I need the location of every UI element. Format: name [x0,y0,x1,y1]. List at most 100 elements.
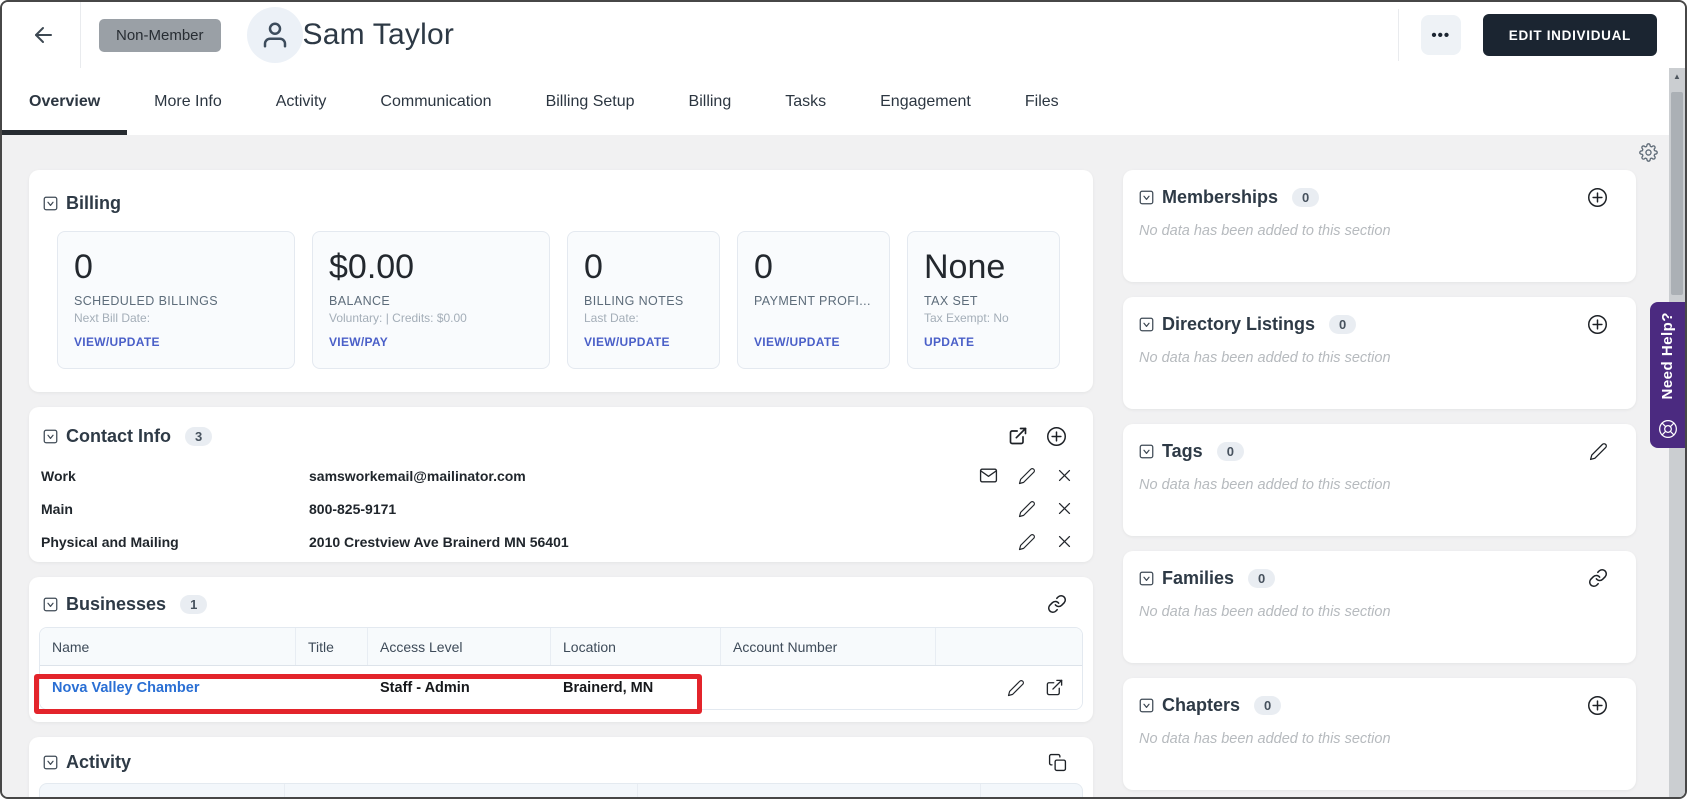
businesses-section-title: Businesses [66,594,166,615]
families-section: Families 0 No data has been added to thi… [1123,551,1636,663]
add-membership-icon[interactable] [1587,187,1608,208]
chapters-section: Chapters 0 No data has been added to thi… [1123,678,1636,790]
overview-content: Billing 0 SCHEDULED BILLINGS Next Bill D… [2,135,1685,797]
tab-more-info[interactable]: More Info [127,68,249,135]
scheduled-billings-view-update-link[interactable]: VIEW/UPDATE [74,335,160,349]
tab-files[interactable]: Files [998,68,1086,135]
edit-tags-icon[interactable] [1589,442,1608,461]
open-contact-info-external-icon[interactable] [1008,426,1028,446]
collapse-contact-info-icon[interactable] [43,429,58,444]
business-account-number [721,666,936,709]
need-help-tab[interactable]: Need Help? [1650,302,1685,448]
collapse-activity-icon[interactable] [43,755,58,770]
billing-notes-label: BILLING NOTES [584,294,703,308]
collapse-families-icon[interactable] [1139,571,1154,586]
header-divider [1398,9,1399,61]
tab-billing[interactable]: Billing [662,68,759,135]
delete-contact-icon[interactable] [1056,533,1073,550]
collapse-tags-icon[interactable] [1139,444,1154,459]
page-settings-gear-icon[interactable] [1639,143,1658,162]
billing-section-title: Billing [66,193,121,214]
collapse-businesses-icon[interactable] [43,597,58,612]
balance-view-pay-link[interactable]: VIEW/PAY [329,335,388,349]
balance-card: $0.00 BALANCE Voluntary: | Credits: $0.0… [312,231,550,369]
edit-business-icon[interactable] [1007,679,1025,697]
businesses-count-badge: 1 [180,595,207,614]
more-options-button[interactable]: ••• [1421,15,1461,55]
delete-contact-icon[interactable] [1056,500,1073,517]
payment-profiles-view-update-link[interactable]: VIEW/UPDATE [754,335,840,349]
billing-notes-view-update-link[interactable]: VIEW/UPDATE [584,335,670,349]
contact-label: Main [41,501,309,517]
tax-set-card: None TAX SET Tax Exempt: No UPDATE [907,231,1060,369]
collapse-billing-icon[interactable] [43,196,58,211]
add-chapter-icon[interactable] [1587,695,1608,716]
column-header-location: Location [551,628,721,665]
delete-contact-icon[interactable] [1056,467,1073,484]
scheduled-billings-value: 0 [74,249,278,285]
collapse-memberships-icon[interactable] [1139,190,1154,205]
contact-label: Work [41,468,309,484]
scrollbar-thumb[interactable] [1671,92,1683,295]
avatar [247,7,303,63]
open-business-external-icon[interactable] [1045,678,1064,697]
send-email-icon[interactable] [979,466,998,485]
chapters-count-badge: 0 [1254,696,1281,715]
contact-row-main-phone: Main 800-825-9171 [29,492,1093,525]
tab-tasks[interactable]: Tasks [758,68,853,135]
add-contact-info-icon[interactable] [1046,426,1067,447]
tab-billing-setup[interactable]: Billing Setup [519,68,662,135]
business-title [296,666,368,709]
link-family-icon[interactable] [1588,568,1608,588]
link-business-icon[interactable] [1047,594,1067,614]
contact-info-count-badge: 3 [185,427,212,446]
business-name-link[interactable]: Nova Valley Chamber [52,680,200,696]
business-row: Nova Valley Chamber Staff - Admin Braine… [40,665,1082,709]
contact-value: 800-825-9171 [309,501,1018,517]
main-column: Billing 0 SCHEDULED BILLINGS Next Bill D… [29,170,1093,799]
balance-value: $0.00 [329,249,533,285]
contact-info-section: Contact Info 3 Work samsworkemail@mailin… [29,407,1093,562]
activity-section-title: Activity [66,752,131,773]
collapse-chapters-icon[interactable] [1139,698,1154,713]
payment-profiles-value: 0 [754,249,873,285]
tags-empty-text: No data has been added to this section [1139,477,1620,493]
tax-set-update-link[interactable]: UPDATE [924,335,974,349]
memberships-count-badge: 0 [1292,188,1319,207]
scheduled-billings-card: 0 SCHEDULED BILLINGS Next Bill Date: VIE… [57,231,295,369]
person-icon [260,20,290,50]
payment-profiles-sub [754,311,873,325]
edit-contact-icon[interactable] [1018,533,1036,551]
businesses-table: Name Title Access Level Location Account… [39,627,1083,710]
directory-listings-empty-text: No data has been added to this section [1139,350,1620,366]
column-header-account-number: Account Number [721,628,936,665]
contact-row-address: Physical and Mailing 2010 Crestview Ave … [29,525,1093,558]
copy-activity-icon[interactable] [1048,753,1067,772]
side-column: Memberships 0 No data has been added to … [1123,170,1636,790]
directory-listings-section-title: Directory Listings [1162,314,1315,335]
edit-contact-icon[interactable] [1018,500,1036,518]
tab-activity[interactable]: Activity [249,68,354,135]
billing-section: Billing 0 SCHEDULED BILLINGS Next Bill D… [29,170,1093,392]
need-help-label: Need Help? [1659,312,1676,400]
edit-contact-icon[interactable] [1018,467,1036,485]
add-directory-listing-icon[interactable] [1587,314,1608,335]
tags-section: Tags 0 No data has been added to this se… [1123,424,1636,536]
activity-table-header [39,783,1083,799]
memberships-section-title: Memberships [1162,187,1278,208]
back-button[interactable] [30,22,56,48]
profile-tabbar: Overview More Info Activity Communicatio… [2,68,1685,135]
scroll-up-arrow[interactable]: ▲ [1669,68,1685,84]
families-empty-text: No data has been added to this section [1139,604,1620,620]
tab-overview[interactable]: Overview [2,68,127,135]
contact-value: samsworkemail@mailinator.com [309,468,979,484]
column-header-access-level: Access Level [368,628,551,665]
tab-engagement[interactable]: Engagement [853,68,998,135]
collapse-directory-listings-icon[interactable] [1139,317,1154,332]
contact-info-section-title: Contact Info [66,426,171,447]
edit-individual-button[interactable]: EDIT INDIVIDUAL [1483,14,1657,56]
memberships-section: Memberships 0 No data has been added to … [1123,170,1636,282]
balance-credits: Voluntary: | Credits: $0.00 [329,311,533,325]
life-buoy-icon [1658,419,1678,439]
tab-communication[interactable]: Communication [353,68,518,135]
